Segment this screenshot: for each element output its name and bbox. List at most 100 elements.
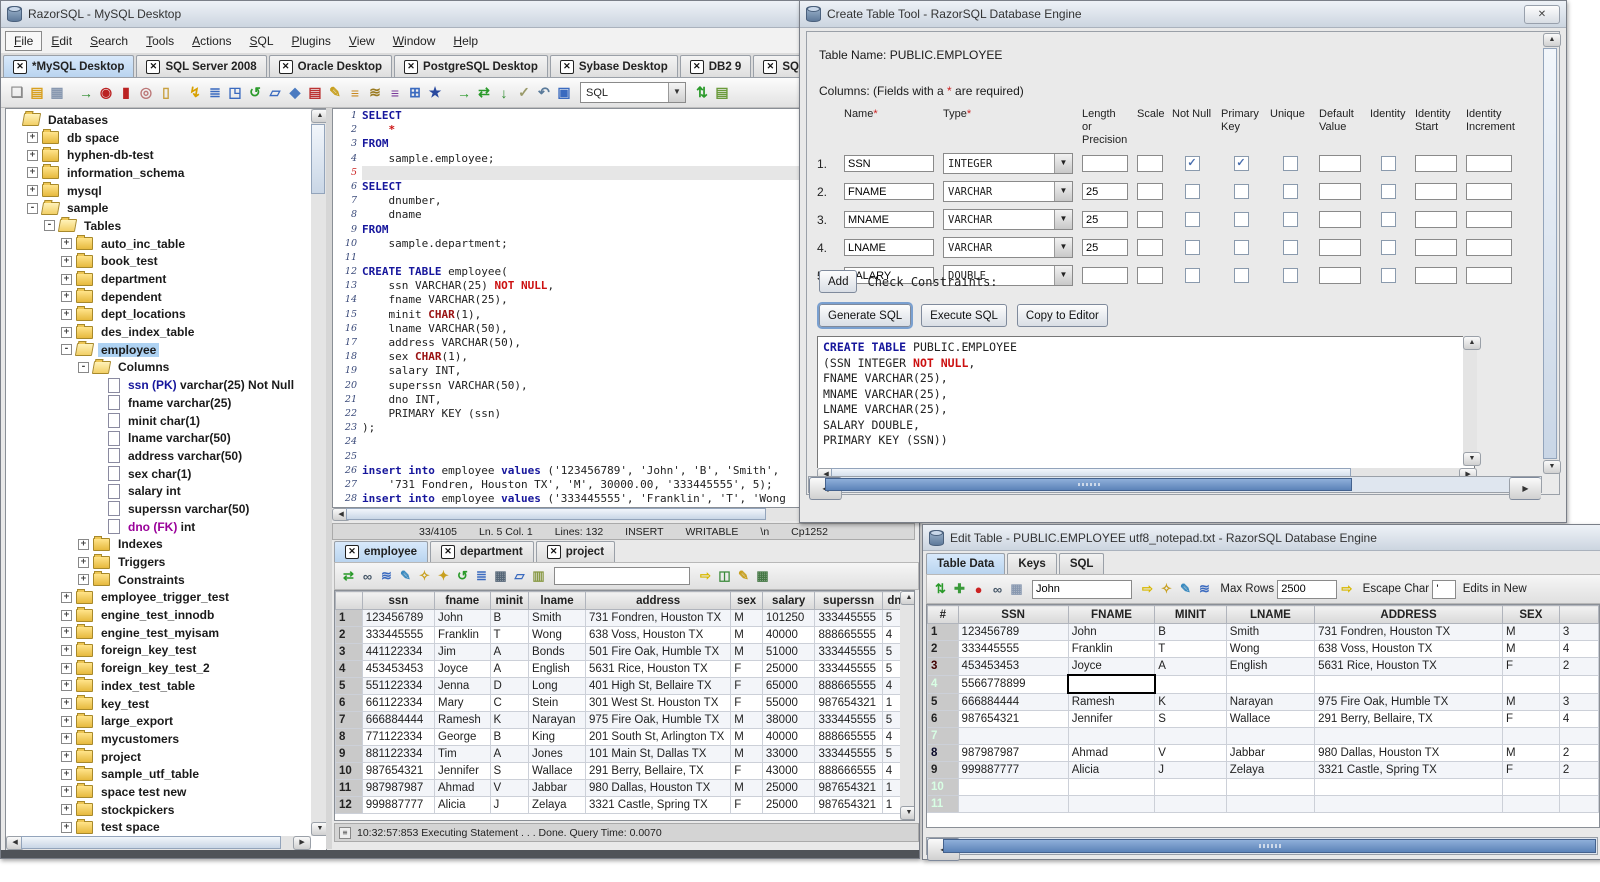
not-null-checkbox[interactable]: ✓ <box>1184 156 1200 171</box>
results-vertical-scrollbar[interactable]: ▲ ▼ <box>900 591 914 820</box>
result-cell[interactable]: 881122334 <box>361 745 436 763</box>
tree-vertical-scrollbar[interactable]: ▲ ▼ <box>311 109 329 836</box>
close-tab-icon[interactable]: ✕ <box>546 545 561 559</box>
result-cell[interactable]: 987654321 <box>361 762 436 780</box>
edit-cell[interactable]: John <box>1067 623 1156 641</box>
result-cell[interactable]: Franklin <box>434 626 491 644</box>
result-cell[interactable]: 888665555 <box>814 626 883 644</box>
column-type-select[interactable]: INTEGER ▼ <box>943 153 1073 174</box>
edit-cell[interactable] <box>1501 727 1560 745</box>
edit-cell[interactable]: 291 Berry, Bellaire, TX <box>1314 710 1503 728</box>
edit-cell[interactable]: Zelaya <box>1225 761 1316 779</box>
result-cell[interactable]: M <box>730 711 763 729</box>
column-name-input[interactable] <box>844 211 934 228</box>
filter-icon[interactable]: ≋ <box>377 567 396 586</box>
edit-cell[interactable] <box>1154 795 1227 813</box>
edit-row-number[interactable]: 3 <box>927 657 959 676</box>
result-cell[interactable]: 661122334 <box>361 694 436 712</box>
not-null-checkbox[interactable] <box>1184 268 1200 283</box>
result-cell[interactable]: 11 <box>335 779 363 797</box>
connection-profile-icon[interactable]: ◎ <box>136 83 156 103</box>
edit-cell[interactable]: K <box>1154 692 1227 711</box>
result-cell[interactable]: V <box>489 779 530 797</box>
edit-cell[interactable]: 987987987 <box>957 744 1069 762</box>
copy-page-icon[interactable]: ▣ <box>554 83 574 103</box>
edit-cell[interactable]: Jennifer <box>1067 710 1156 728</box>
length-input[interactable] <box>1082 211 1128 228</box>
result-cell[interactable]: A <box>489 643 530 661</box>
excel-icon[interactable]: ▦ <box>753 567 772 586</box>
result-cell[interactable]: 65000 <box>761 677 816 695</box>
identity-checkbox[interactable] <box>1380 240 1396 255</box>
result-cell[interactable]: 301 West St. Houston TX <box>585 694 732 712</box>
result-cell[interactable]: George <box>434 728 491 746</box>
edit-cell[interactable] <box>1314 795 1503 813</box>
generated-sql-preview[interactable]: CREATE TABLE PUBLIC.EMPLOYEE (SSN INTEGER… <box>817 336 1475 472</box>
edit-cell[interactable] <box>1558 727 1599 745</box>
result-cell[interactable]: 25000 <box>761 779 816 797</box>
create-hscrollbar-thumb[interactable] <box>825 478 1353 491</box>
result-cell[interactable]: 8 <box>335 728 363 746</box>
result-cell[interactable]: 333445555 <box>814 643 883 661</box>
edit-cell[interactable]: 975 Fire Oak, Humble TX <box>1314 692 1503 711</box>
expand-icon[interactable]: + <box>61 680 72 692</box>
edit-cell[interactable]: 4 <box>1558 710 1599 728</box>
edit-table-icon[interactable]: ✎ <box>325 83 345 103</box>
result-cell[interactable]: 2 <box>335 626 363 644</box>
identity-checkbox[interactable] <box>1380 156 1396 171</box>
connection-tab[interactable]: ✕ *MySQL Desktop <box>3 55 135 77</box>
length-input[interactable] <box>1082 155 1128 172</box>
identity-increment-input[interactable] <box>1466 267 1512 284</box>
open-file-icon[interactable]: ▤ <box>27 83 47 103</box>
edit-cell[interactable] <box>1154 727 1227 745</box>
edit-column-header[interactable] <box>1558 605 1599 624</box>
edit-cell[interactable] <box>1501 795 1560 813</box>
result-cell[interactable]: 6 <box>335 694 363 712</box>
edit-cell[interactable]: Smith <box>1225 623 1316 641</box>
tree-item[interactable]: - Tables <box>6 217 311 235</box>
connection-tab[interactable]: ✕ SQL Server 2008 <box>136 55 267 77</box>
tree-item[interactable]: + mycustomers <box>6 730 311 748</box>
edit-cell[interactable]: F <box>1501 761 1560 779</box>
result-cell[interactable]: 101250 <box>761 609 816 627</box>
close-tab-icon[interactable]: ✕ <box>345 545 359 559</box>
result-row[interactable]: 3 441122334 Jim A Bonds 501 Fire Oak, Humble … <box>335 643 914 661</box>
tree-item[interactable]: + sample_utf_table <box>6 765 311 783</box>
edit-row-number[interactable]: 11 <box>927 795 959 813</box>
result-cell[interactable]: 975 Fire Oak, Humble TX <box>585 711 732 729</box>
edit-cell[interactable] <box>957 778 1069 796</box>
expand-icon[interactable]: + <box>61 238 72 250</box>
result-cell[interactable]: 453453453 <box>361 660 436 678</box>
edit-tab-table-data[interactable]: Table Data <box>926 553 1006 574</box>
tree-item[interactable]: + Constraints <box>6 571 311 589</box>
result-cell[interactable]: 40000 <box>761 728 816 746</box>
edit-cell[interactable]: Joyce <box>1067 657 1156 676</box>
result-cell[interactable]: M <box>730 728 763 746</box>
result-cell[interactable]: 38000 <box>761 711 816 729</box>
result-row[interactable]: 4 453453453 Joyce A English 5631 Rice, Housto… <box>335 660 914 678</box>
key-icon[interactable]: ✧ <box>415 567 434 586</box>
paste-icon[interactable]: ▥ <box>529 567 548 586</box>
result-cell[interactable]: 666884444 <box>361 711 436 729</box>
menu-file[interactable]: File <box>5 30 43 51</box>
edit-cell[interactable]: Alicia <box>1067 761 1156 779</box>
align-icon[interactable]: ≡ <box>345 83 365 103</box>
expand-icon[interactable]: + <box>61 273 72 285</box>
expand-icon[interactable]: + <box>61 662 72 674</box>
edit-row-number[interactable]: 6 <box>927 710 959 728</box>
edit-cell[interactable]: 5631 Rice, Houston TX <box>1314 657 1503 676</box>
connection-tab[interactable]: ✕ Sybase Desktop <box>549 55 678 77</box>
result-cell[interactable]: 987654321 <box>814 694 883 712</box>
tree-item[interactable]: sex char(1) <box>6 465 311 483</box>
delete-row-icon[interactable]: ● <box>969 580 988 599</box>
column-type-select[interactable]: VARCHAR ▼ <box>943 209 1073 230</box>
connection-tab[interactable]: ✕ PostgreSQL Desktop <box>394 55 548 77</box>
add-row-icon[interactable]: ✚ <box>950 580 969 599</box>
primary-key-checkbox[interactable] <box>1233 212 1249 227</box>
edit-tab-sql[interactable]: SQL <box>1058 553 1105 574</box>
edit-cell[interactable]: A <box>1154 657 1227 676</box>
scroll-down-icon[interactable]: ▼ <box>1463 452 1481 466</box>
format-icon[interactable]: ≡ <box>385 83 405 103</box>
results-column-header[interactable]: ssn <box>361 591 436 610</box>
edit-table-horizontal-scrollbar[interactable]: ◀ <box>926 837 1598 861</box>
